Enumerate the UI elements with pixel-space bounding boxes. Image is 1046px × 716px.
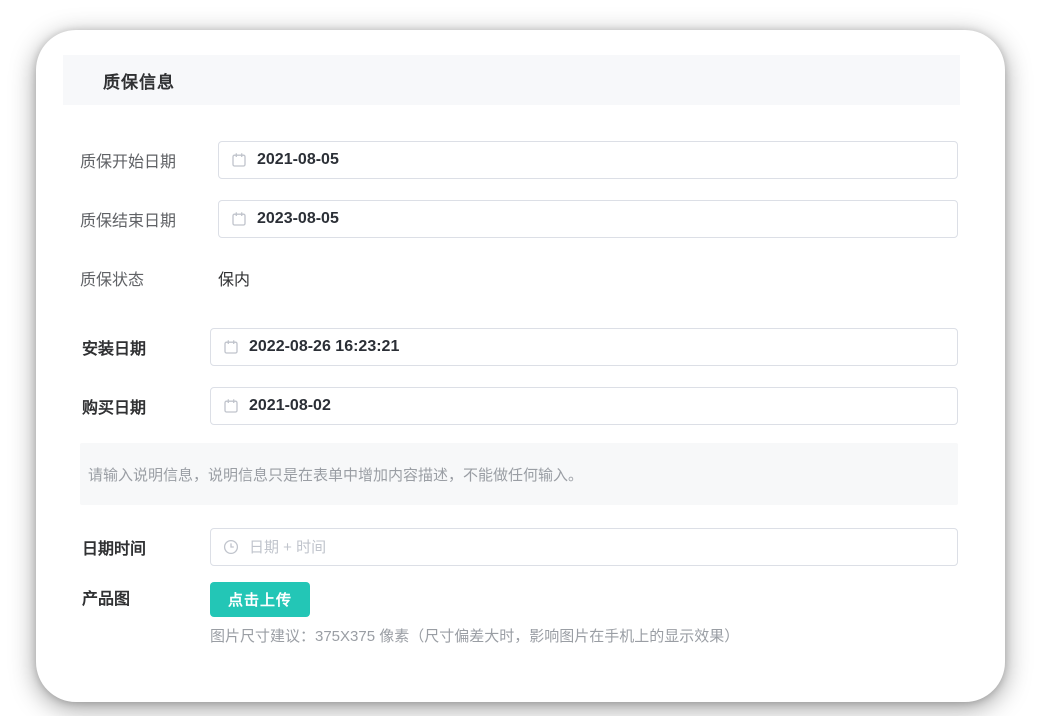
form-notice-text: 请输入说明信息，说明信息只是在表单中增加内容描述，不能做任何输入。	[88, 464, 583, 485]
datetime-input[interactable]	[249, 539, 945, 556]
section-title: 质保信息	[103, 68, 175, 93]
purchase-date-input[interactable]: 2021-08-02	[210, 387, 958, 425]
warranty-status-label: 质保状态	[80, 266, 218, 290]
clock-icon	[223, 539, 239, 555]
calendar-icon	[223, 398, 239, 414]
calendar-icon	[223, 339, 239, 355]
warranty-start-row: 质保开始日期 2021-08-05	[80, 141, 958, 179]
calendar-icon	[231, 152, 247, 168]
warranty-end-date-input[interactable]: 2023-08-05	[218, 200, 958, 238]
warranty-info-card: 质保信息 质保开始日期 2021-08-05 质保结束日期	[36, 30, 1005, 702]
warranty-end-label: 质保结束日期	[80, 207, 218, 231]
calendar-icon	[231, 211, 247, 227]
upload-button[interactable]: 点击上传	[210, 582, 310, 617]
purchase-date-row: 购买日期 2021-08-02	[82, 387, 958, 425]
install-date-label: 安装日期	[82, 335, 210, 359]
datetime-row: 日期时间	[82, 528, 958, 566]
warranty-end-row: 质保结束日期 2023-08-05	[80, 200, 958, 238]
warranty-start-date-input[interactable]: 2021-08-05	[218, 141, 958, 179]
warranty-start-label: 质保开始日期	[80, 148, 218, 172]
product-image-label: 产品图	[82, 582, 210, 617]
datetime-input-wrapper	[210, 528, 958, 566]
install-date-value: 2022-08-26 16:23:21	[249, 338, 399, 356]
warranty-end-date-value: 2023-08-05	[257, 210, 339, 228]
upload-column: 点击上传 图片尺寸建议：375X375 像素（尺寸偏差大时，影响图片在手机上的显…	[210, 582, 958, 646]
upload-hint: 图片尺寸建议：375X375 像素（尺寸偏差大时，影响图片在手机上的显示效果）	[210, 625, 958, 646]
section-header: 质保信息	[63, 55, 960, 105]
install-date-row: 安装日期 2022-08-26 16:23:21	[82, 328, 958, 366]
product-image-row: 产品图 点击上传 图片尺寸建议：375X375 像素（尺寸偏差大时，影响图片在手…	[82, 582, 958, 646]
purchase-date-label: 购买日期	[82, 394, 210, 418]
warranty-status-value: 保内	[218, 266, 250, 290]
warranty-status-row: 质保状态 保内	[80, 259, 958, 297]
install-date-input[interactable]: 2022-08-26 16:23:21	[210, 328, 958, 366]
purchase-date-value: 2021-08-02	[249, 397, 331, 415]
form-notice: 请输入说明信息，说明信息只是在表单中增加内容描述，不能做任何输入。	[80, 443, 958, 505]
datetime-label: 日期时间	[82, 535, 210, 559]
warranty-start-date-value: 2021-08-05	[257, 151, 339, 169]
